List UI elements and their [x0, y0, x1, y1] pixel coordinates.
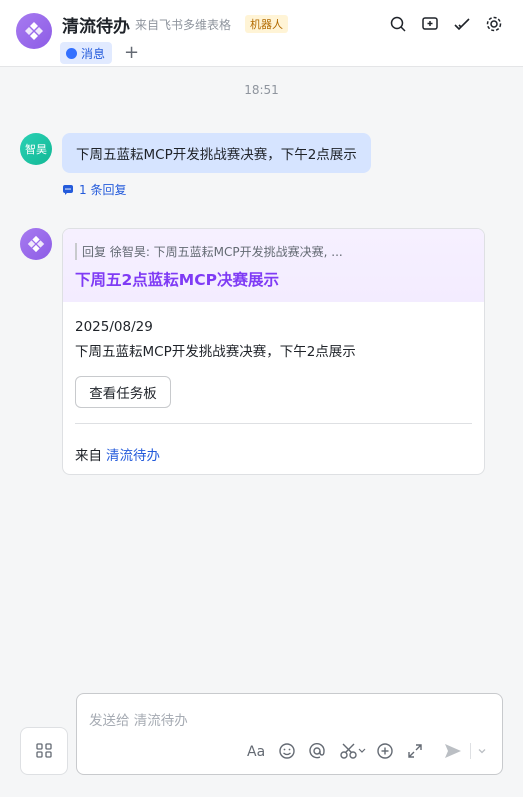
- task-card: 回复 徐智昊: 下周五蓝耘MCP开发挑战赛决赛, ... 下周五2点蓝耘MCP决…: [62, 228, 485, 475]
- message-icon: [66, 47, 77, 59]
- bot-logo-icon: [27, 235, 45, 253]
- emoji-icon[interactable]: [277, 741, 297, 761]
- view-task-board-button[interactable]: 查看任务板: [75, 376, 171, 408]
- mention-icon[interactable]: [307, 741, 327, 761]
- user-message-text: 下周五蓝耘MCP开发挑战赛决赛，下午2点展示: [76, 147, 357, 163]
- check-icon[interactable]: [452, 14, 472, 34]
- bot-logo-icon: [25, 22, 43, 40]
- svg-text:Aa: Aa: [247, 744, 265, 759]
- card-date: 2025/08/29: [75, 319, 153, 335]
- add-chat-icon[interactable]: [420, 14, 440, 34]
- bot-avatar[interactable]: [20, 228, 52, 260]
- text-format-icon[interactable]: Aa: [247, 741, 267, 761]
- toolbar-divider: [470, 743, 471, 759]
- tab-messages-label: 消息: [81, 46, 106, 61]
- card-header: 回复 徐智昊: 下周五蓝耘MCP开发挑战赛决赛, ... 下周五2点蓝耘MCP决…: [63, 229, 484, 302]
- send-icon[interactable]: [443, 741, 463, 761]
- card-source-label: 来自: [75, 448, 102, 464]
- user-message-bubble[interactable]: 下周五蓝耘MCP开发挑战赛决赛，下午2点展示: [62, 133, 371, 173]
- reply-icon: [63, 184, 73, 195]
- chat-title[interactable]: 清流待办: [62, 12, 130, 37]
- tab-messages[interactable]: 消息: [60, 42, 113, 64]
- card-description: 下周五蓝耘MCP开发挑战赛决赛，下午2点展示: [75, 344, 356, 360]
- plus-circle-icon[interactable]: [375, 741, 395, 761]
- message-input-placeholder[interactable]: 发送给 清流待办: [89, 709, 188, 729]
- chevron-down-icon[interactable]: [475, 741, 489, 761]
- reply-quote[interactable]: 回复 徐智昊: 下周五蓝耘MCP开发挑战赛决赛, ...: [75, 243, 362, 260]
- bot-badge: 机器人: [245, 15, 288, 33]
- reply-count-label: 1 条回复: [79, 183, 127, 197]
- chat-header: 清流待办 来自飞书多维表格 机器人 消息 +: [0, 0, 523, 67]
- bot-avatar[interactable]: [16, 13, 52, 49]
- message-timestamp: 18:51: [244, 83, 279, 97]
- card-divider: [75, 423, 472, 424]
- reply-count-link[interactable]: 1 条回复: [62, 181, 126, 198]
- search-icon[interactable]: [388, 14, 408, 34]
- chat-subtitle: 来自飞书多维表格: [135, 18, 232, 32]
- expand-icon[interactable]: [405, 741, 425, 761]
- card-title: 下周五2点蓝耘MCP决赛展示: [75, 271, 279, 289]
- add-tab-button[interactable]: +: [124, 42, 139, 64]
- grid-icon: [36, 743, 52, 758]
- card-source: 来自 清流待办: [75, 444, 160, 464]
- user-avatar[interactable]: 智昊: [20, 133, 52, 165]
- message-composer[interactable]: 发送给 清流待办 Aa: [76, 693, 503, 775]
- settings-icon[interactable]: [484, 14, 504, 34]
- scissors-icon[interactable]: [339, 741, 367, 761]
- shortcut-menu-button[interactable]: [20, 727, 68, 775]
- card-source-link[interactable]: 清流待办: [106, 448, 160, 464]
